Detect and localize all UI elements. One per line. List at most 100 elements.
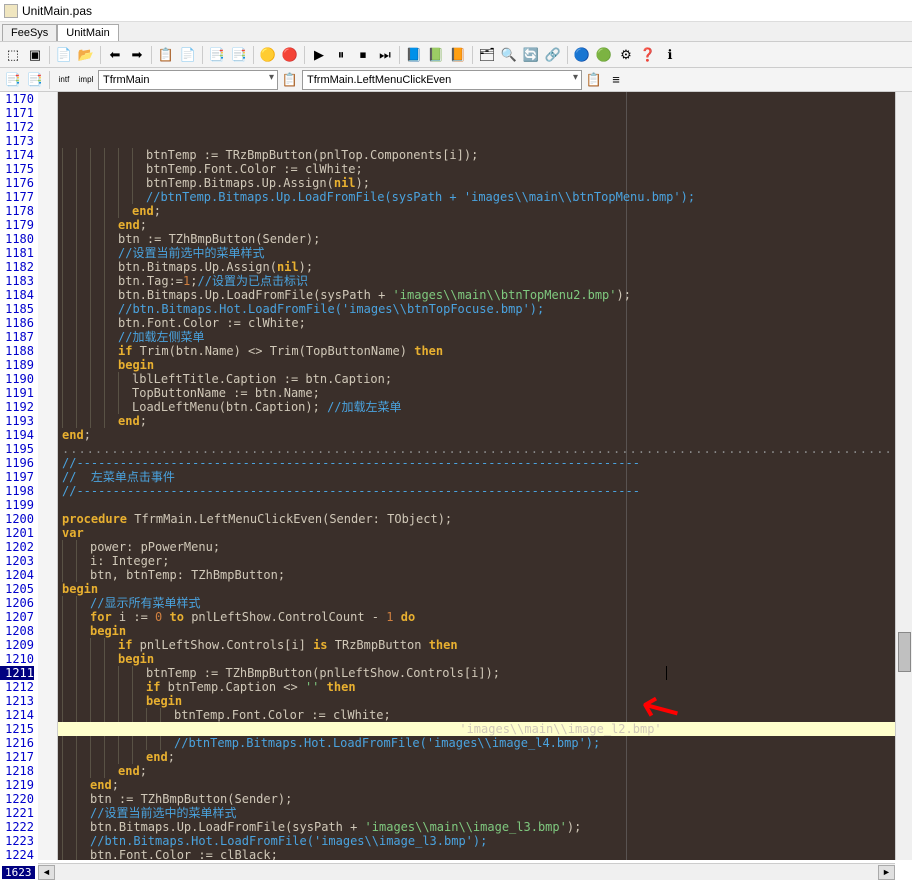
intf-button[interactable]: intf [54,70,74,90]
code-line[interactable]: btn.Bitmaps.Up.LoadFromFile(sysPath + 'i… [58,288,912,302]
code-line[interactable]: //btnTemp.Bitmaps.Up.LoadFromFile(sysPat… [58,190,912,204]
code-line[interactable]: btnTemp.Font.Color := clWhite; [58,162,912,176]
code-line[interactable]: btn.Font.Color := clWhite; [58,316,912,330]
code-editor[interactable]: 1170117111721173117411751176117711781179… [0,92,912,860]
code-line[interactable]: btn, btnTemp: TZhBmpButton; [58,568,912,582]
code-line[interactable]: //btn.Bitmaps.Hot.LoadFromFile('images\\… [58,302,912,316]
toolbar-button[interactable]: ➡ [127,45,147,65]
toolbar-button[interactable]: 📂 [76,45,96,65]
impl-button[interactable]: impl [76,70,96,90]
line-number: 1194 [0,428,34,442]
toolbar-button[interactable]: 🔵 [572,45,592,65]
toolbar-button[interactable]: 🗂 [477,45,497,65]
code-line[interactable]: //--------------------------------------… [58,456,912,470]
code-line[interactable]: //btnTemp.Bitmaps.Hot.LoadFromFile('imag… [58,736,912,750]
scroll-left-button[interactable]: ◄ [38,865,55,880]
method-selector[interactable] [302,70,582,90]
toolbar-button[interactable]: 🟡 [258,45,278,65]
file-tab[interactable]: UnitMain [57,24,118,41]
toolbar-button[interactable]: ❓ [638,45,658,65]
code-line[interactable]: if btnTemp.Caption <> '' then [58,680,912,694]
toolbar-button[interactable]: ℹ [660,45,680,65]
nav-btn-5[interactable]: ≡ [606,70,626,90]
code-area[interactable]: btnTemp := TRzBmpButton(pnlTop.Component… [58,92,912,860]
toolbar-button[interactable]: ▣ [25,45,45,65]
code-line[interactable]: //设置当前选中的菜单样式 [58,246,912,260]
toolbar-button[interactable]: 🔍 [499,45,519,65]
code-line[interactable]: btnTemp := TRzBmpButton(pnlTop.Component… [58,148,912,162]
code-line[interactable]: end; [58,764,912,778]
code-line[interactable]: end; [58,414,912,428]
toolbar-button[interactable]: 🟢 [594,45,614,65]
code-line[interactable]: btn.Bitmaps.Up.LoadFromFile(sysPath + 'i… [58,820,912,834]
toolbar-button[interactable]: ⚙ [616,45,636,65]
code-line[interactable]: end; [58,778,912,792]
code-line[interactable]: //加载左侧菜单 [58,330,912,344]
code-line[interactable]: begin [58,694,912,708]
toolbar-button[interactable]: 📑 [207,45,227,65]
toolbar-button[interactable]: 📙 [448,45,468,65]
code-line[interactable]: power: pPowerMenu; [58,540,912,554]
toolbar-button[interactable]: 🔄 [521,45,541,65]
code-line[interactable]: var [58,526,912,540]
toolbar-button[interactable]: 🔗 [543,45,563,65]
code-line[interactable]: begin [58,652,912,666]
toolbar-button[interactable]: 📗 [426,45,446,65]
code-line[interactable]: for i := 0 to pnlLeftShow.ControlCount -… [58,610,912,624]
code-line[interactable]: LoadLeftMenu(btn.Caption); //加载左菜单 [58,400,912,414]
code-line[interactable]: if pnlLeftShow.Controls[i] is TRzBmpButt… [58,638,912,652]
code-line[interactable] [58,498,912,512]
code-line[interactable]: end; [58,218,912,232]
horizontal-scrollbar[interactable]: ◄ ► [38,863,895,880]
breakpoint-margin[interactable] [38,92,58,860]
code-line[interactable]: btnTemp.Bitmaps.Up.Assign(nil); [58,176,912,190]
toolbar-button[interactable]: ⏭ [375,45,395,65]
file-tab[interactable]: FeeSys [2,24,57,41]
code-line[interactable]: begin [58,582,912,596]
code-line[interactable]: //btn.Bitmaps.Hot.LoadFromFile('images\\… [58,834,912,848]
nav-btn-4[interactable]: 📋 [584,70,604,90]
code-line[interactable]: btn.Tag:=1;//设置为已点击标识 [58,274,912,288]
code-line[interactable]: // 左菜单点击事件 [58,470,912,484]
toolbar-button[interactable]: 📋 [156,45,176,65]
code-line[interactable]: btnTemp := TZhBmpButton(pnlLeftShow.Cont… [58,666,912,680]
code-line[interactable]: begin [58,358,912,372]
code-line[interactable]: btn := TZhBmpButton(Sender); [58,792,912,806]
vertical-scrollbar[interactable] [895,92,912,860]
toolbar-button[interactable]: ⏸ [331,45,351,65]
nav-btn-1[interactable]: 📑 [3,70,23,90]
toolbar-button[interactable]: ⬚ [3,45,23,65]
code-line[interactable]: //设置当前选中的菜单样式 [58,806,912,820]
code-line[interactable]: btn := TZhBmpButton(Sender); [58,232,912,246]
toolbar-button[interactable]: 📘 [404,45,424,65]
code-line[interactable]: end; [58,428,912,442]
code-line[interactable]: btn.Font.Color := clBlack; [58,848,912,860]
code-line[interactable]: //显示所有菜单样式 [58,596,912,610]
code-line[interactable]: begin [58,624,912,638]
code-line[interactable]: btnTemp.Font.Color := clWhite; [58,708,912,722]
class-selector[interactable] [98,70,278,90]
toolbar-button[interactable]: 📄 [178,45,198,65]
scroll-right-button[interactable]: ► [878,865,895,880]
nav-btn-3[interactable]: 📋 [280,70,300,90]
code-line[interactable]: //--------------------------------------… [58,484,912,498]
code-line[interactable]: if Trim(btn.Name) <> Trim(TopButtonName)… [58,344,912,358]
code-line[interactable]: end; [58,750,912,764]
toolbar-button[interactable]: ⬅ [105,45,125,65]
toolbar-button[interactable]: 🔴 [280,45,300,65]
code-line[interactable]: lblLeftTitle.Caption := btn.Caption; [58,372,912,386]
toolbar-button[interactable]: ⏹ [353,45,373,65]
code-line[interactable]: procedure TfrmMain.LeftMenuClickEven(Sen… [58,512,912,526]
code-line[interactable]: TopButtonName := btn.Name; [58,386,912,400]
toolbar-button[interactable]: ▶ [309,45,329,65]
nav-btn-2[interactable]: 📑 [25,70,45,90]
line-number: 1205 [0,582,34,596]
code-line[interactable]: i: Integer; [58,554,912,568]
code-line[interactable]: end; [58,204,912,218]
code-line[interactable]: 'images\\main\\image_l2.bmp' [58,722,912,736]
code-line[interactable]: btn.Bitmaps.Up.Assign(nil); [58,260,912,274]
code-line[interactable]: ........................................… [58,442,912,456]
scroll-thumb[interactable] [898,632,911,672]
toolbar-button[interactable]: 📑 [229,45,249,65]
toolbar-button[interactable]: 📄 [54,45,74,65]
